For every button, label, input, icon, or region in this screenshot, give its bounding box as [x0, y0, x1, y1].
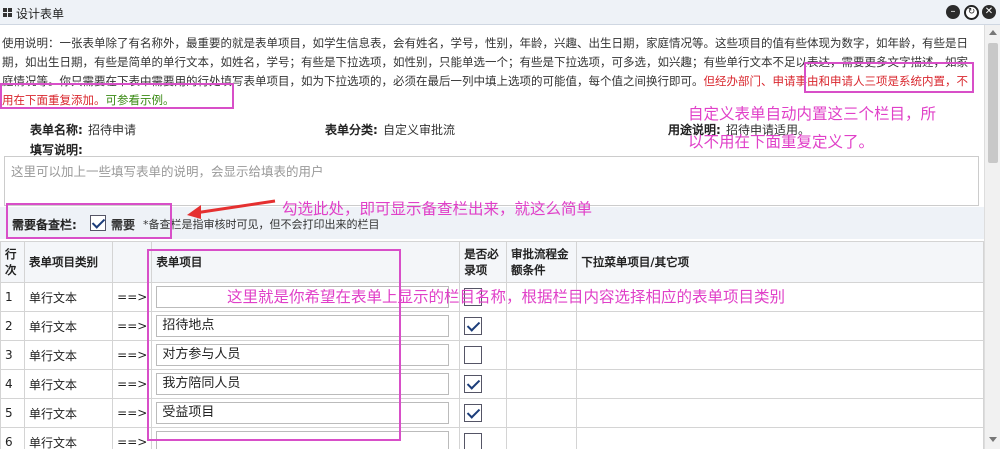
required-checkbox[interactable] [464, 346, 483, 364]
highlight-box-items [147, 249, 401, 441]
header-dropdown-items: 下拉菜单项目/其它项 [576, 241, 984, 283]
annotation-backup: 勾选此处，即可显示备查栏出来，就这么简单 [282, 200, 593, 218]
amount-condition-cell[interactable] [506, 340, 578, 370]
row-num: 3 [0, 340, 25, 370]
form-category-value: 自定义审批流 [383, 123, 456, 137]
item-type-select[interactable]: 单行文本 [23, 427, 114, 449]
item-type-select[interactable]: 单行文本 [23, 369, 114, 399]
annotation-items: 这里就是你希望在表单上显示的栏目名称，根据栏目内容选择相应的表单项目类别 [227, 288, 786, 306]
window-title: 设计表单 [16, 7, 65, 21]
form-content: 使用说明：一张表单除了有名称外，最重要的就是表单项目，如学生信息表，会有姓名，学… [0, 25, 984, 449]
row-num: 5 [0, 398, 25, 428]
scroll-up-icon[interactable] [989, 30, 997, 35]
highlight-box-builtin [804, 62, 974, 93]
row-num: 2 [0, 311, 25, 341]
row-num: 6 [0, 427, 25, 449]
item-type-select[interactable]: 单行文本 [23, 340, 114, 370]
row-num: 4 [0, 369, 25, 399]
window-titlebar: 设计表单 – ↻ ✕ [0, 0, 1000, 25]
header-arrow [112, 241, 153, 283]
highlight-box-backup [6, 203, 172, 239]
arrow-text: ==> [112, 340, 153, 370]
form-name-label: 表单名称: [30, 123, 83, 137]
close-icon[interactable]: ✕ [982, 5, 996, 19]
amount-condition-cell[interactable] [506, 427, 578, 449]
arrow-text: ==> [112, 311, 153, 341]
amount-condition-cell[interactable] [506, 398, 578, 428]
header-row-num: 行次 [0, 241, 25, 283]
dropdown-items-cell[interactable] [576, 340, 984, 370]
annotation-arrow-icon [187, 199, 276, 219]
dropdown-items-cell[interactable] [576, 311, 984, 341]
grid-icon [3, 8, 12, 17]
item-type-select[interactable]: 单行文本 [23, 282, 114, 312]
refresh-icon[interactable]: ↻ [964, 5, 979, 20]
item-type-select[interactable]: 单行文本 [23, 398, 114, 428]
arrow-text: ==> [112, 427, 153, 449]
arrow-text: ==> [112, 369, 153, 399]
item-type-select[interactable]: 单行文本 [23, 311, 114, 341]
dropdown-items-cell[interactable] [576, 369, 984, 399]
header-item-type: 表单项目类别 [23, 241, 114, 283]
arrow-text: ==> [112, 398, 153, 428]
amount-condition-cell[interactable] [506, 311, 578, 341]
annotation-builtin-line1: 自定义表单自动内置这三个栏目，所 [688, 105, 937, 123]
vertical-scrollbar[interactable] [984, 25, 1000, 449]
header-amount-condition: 审批流程金额条件 [506, 241, 578, 283]
row-num: 1 [0, 282, 25, 312]
scroll-thumb[interactable] [988, 43, 998, 163]
form-category-label: 表单分类: [325, 123, 378, 137]
annotation-builtin-line2: 以不用在下面重复定义了。 [688, 133, 875, 151]
highlight-box-builtin-2 [0, 83, 234, 109]
required-checkbox[interactable] [464, 433, 483, 449]
minimize-icon[interactable]: – [946, 5, 960, 19]
amount-condition-cell[interactable] [506, 369, 578, 399]
required-checkbox[interactable] [464, 375, 483, 393]
header-required: 是否必录项 [459, 241, 508, 283]
required-checkbox[interactable] [464, 404, 483, 422]
scroll-down-icon[interactable] [989, 437, 997, 442]
form-name-value: 招待申请 [88, 123, 137, 137]
dropdown-items-cell[interactable] [576, 427, 984, 449]
arrow-text: ==> [112, 282, 153, 312]
required-checkbox[interactable] [464, 317, 483, 335]
dropdown-items-cell[interactable] [576, 398, 984, 428]
